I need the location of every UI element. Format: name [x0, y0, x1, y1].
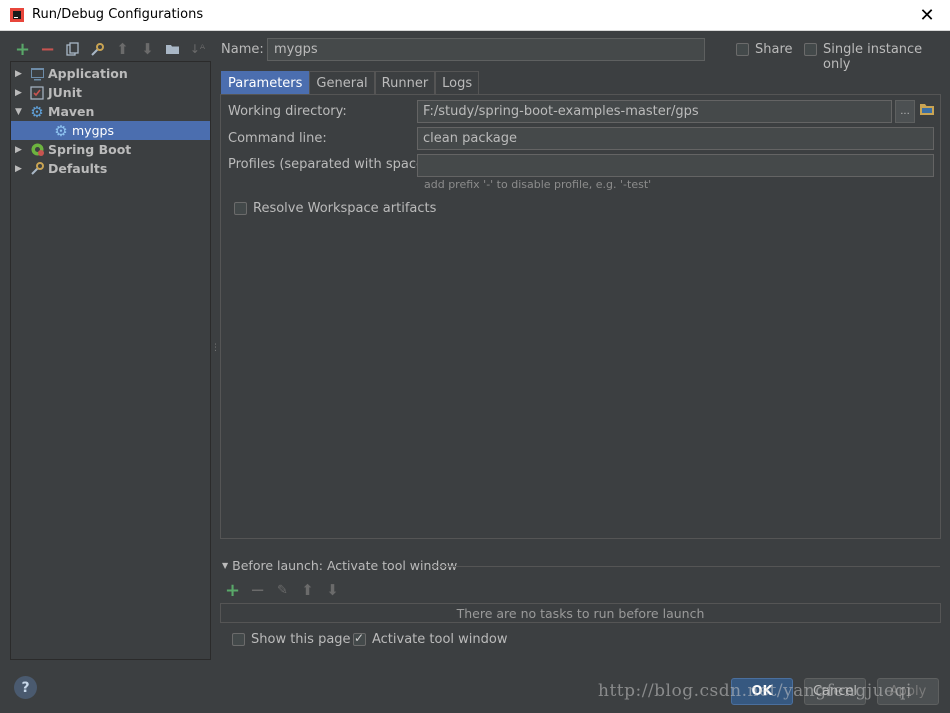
- config-tabs: Parameters General Runner Logs: [221, 71, 480, 94]
- profiles-field[interactable]: [417, 154, 934, 177]
- command-line-field[interactable]: clean package: [417, 127, 934, 150]
- profiles-label: Profiles (separated with space):: [228, 157, 434, 172]
- name-label: Name:: [221, 42, 264, 57]
- expand-arrow-icon[interactable]: ▶: [15, 164, 29, 174]
- tree-item-label: mygps: [72, 123, 114, 138]
- single-instance-label: Single instance only: [823, 42, 923, 72]
- move-down-icon[interactable]: ⬇: [322, 581, 343, 599]
- tree-item-junit[interactable]: ▶ JUnit: [11, 83, 210, 102]
- close-icon[interactable]: ✕: [904, 0, 950, 31]
- title-bar: Run/Debug Configurations ✕: [0, 0, 950, 31]
- intellij-app-icon: [10, 8, 24, 22]
- folder-icon[interactable]: [160, 38, 185, 60]
- tree-item-application[interactable]: ▶ Application: [11, 64, 210, 83]
- config-toolbar: + − ⬆ ⬇ ↓ᴬ: [10, 38, 210, 60]
- before-launch-task-list[interactable]: There are no tasks to run before launch: [220, 603, 941, 623]
- tree-item-mygps[interactable]: ⚙ mygps: [11, 121, 210, 140]
- before-launch-title: Before launch: Activate tool window: [232, 558, 458, 573]
- separator: [432, 566, 940, 567]
- tree-item-label: Spring Boot: [48, 142, 132, 157]
- resolve-workspace-label: Resolve Workspace artifacts: [253, 201, 437, 216]
- collapse-triangle-icon[interactable]: ▼: [222, 561, 228, 570]
- working-directory-field[interactable]: F:/study/spring-boot-examples-master/gps: [417, 100, 892, 123]
- name-input[interactable]: mygps: [267, 38, 705, 61]
- splitter-handle[interactable]: ⋮: [211, 343, 220, 355]
- browse-button[interactable]: ...: [895, 100, 915, 123]
- single-instance-checkbox[interactable]: [804, 43, 817, 56]
- tab-runner[interactable]: Runner: [374, 71, 436, 94]
- before-launch-header[interactable]: ▼ Before launch: Activate tool window: [222, 558, 457, 573]
- show-this-page-checkbox[interactable]: [232, 633, 245, 646]
- configuration-tree[interactable]: ▶ Application ▶ JUnit ▼ ⚙ Maven ⚙ mygps …: [10, 61, 211, 660]
- window-title: Run/Debug Configurations: [32, 7, 204, 22]
- junit-icon: [29, 85, 45, 101]
- empty-tasks-text: There are no tasks to run before launch: [456, 605, 705, 621]
- working-directory-label: Working directory:: [228, 104, 347, 119]
- tree-item-label: Application: [48, 66, 128, 81]
- profiles-hint: add prefix '-' to disable profile, e.g. …: [424, 178, 652, 191]
- tree-item-spring-boot[interactable]: ▶ Spring Boot: [11, 140, 210, 159]
- move-up-icon[interactable]: ⬆: [297, 581, 318, 599]
- spring-boot-icon: [29, 142, 45, 158]
- add-icon[interactable]: +: [222, 580, 243, 601]
- expand-arrow-icon[interactable]: ▶: [15, 88, 29, 98]
- activate-tool-window-checkbox[interactable]: [353, 631, 366, 646]
- tree-item-label: Maven: [48, 104, 95, 119]
- edit-defaults-icon[interactable]: [85, 38, 110, 60]
- application-icon: [29, 66, 45, 82]
- edit-icon[interactable]: ✎: [272, 581, 293, 599]
- tab-parameters[interactable]: Parameters: [221, 71, 310, 94]
- resolve-workspace-checkbox[interactable]: [234, 202, 247, 215]
- remove-icon[interactable]: −: [35, 38, 60, 60]
- sort-icon[interactable]: ↓ᴬ: [185, 38, 210, 60]
- share-label: Share: [755, 42, 793, 57]
- help-button[interactable]: ?: [14, 676, 37, 699]
- expand-arrow-icon[interactable]: ▶: [15, 145, 29, 155]
- expand-arrow-icon[interactable]: ▶: [15, 69, 29, 79]
- before-launch-toolbar: + − ✎ ⬆ ⬇: [222, 580, 343, 601]
- cancel-button[interactable]: Cancel: [804, 678, 866, 705]
- activate-tool-window-label: Activate tool window: [372, 632, 508, 647]
- move-up-icon[interactable]: ⬆: [110, 38, 135, 60]
- tree-item-label: JUnit: [48, 85, 82, 100]
- remove-icon[interactable]: −: [247, 580, 268, 601]
- share-checkbox[interactable]: [736, 43, 749, 56]
- tree-item-label: Defaults: [48, 161, 108, 176]
- tree-item-maven[interactable]: ▼ ⚙ Maven: [11, 102, 210, 121]
- tree-item-defaults[interactable]: ▶ Defaults: [11, 159, 210, 178]
- copy-icon[interactable]: [60, 38, 85, 60]
- tab-logs[interactable]: Logs: [435, 71, 480, 94]
- module-folder-icon[interactable]: [919, 101, 935, 117]
- move-down-icon[interactable]: ⬇: [135, 38, 160, 60]
- command-line-label: Command line:: [228, 131, 327, 146]
- show-this-page-label: Show this page: [251, 632, 351, 647]
- tab-general[interactable]: General: [309, 71, 375, 94]
- defaults-wrench-icon: [29, 161, 45, 177]
- maven-gear-icon: ⚙: [30, 102, 44, 121]
- ok-button[interactable]: OK: [731, 678, 793, 705]
- maven-gear-icon: ⚙: [54, 121, 68, 140]
- collapse-arrow-icon[interactable]: ▼: [15, 107, 29, 117]
- apply-button[interactable]: Apply: [877, 678, 939, 705]
- add-icon[interactable]: +: [10, 38, 35, 60]
